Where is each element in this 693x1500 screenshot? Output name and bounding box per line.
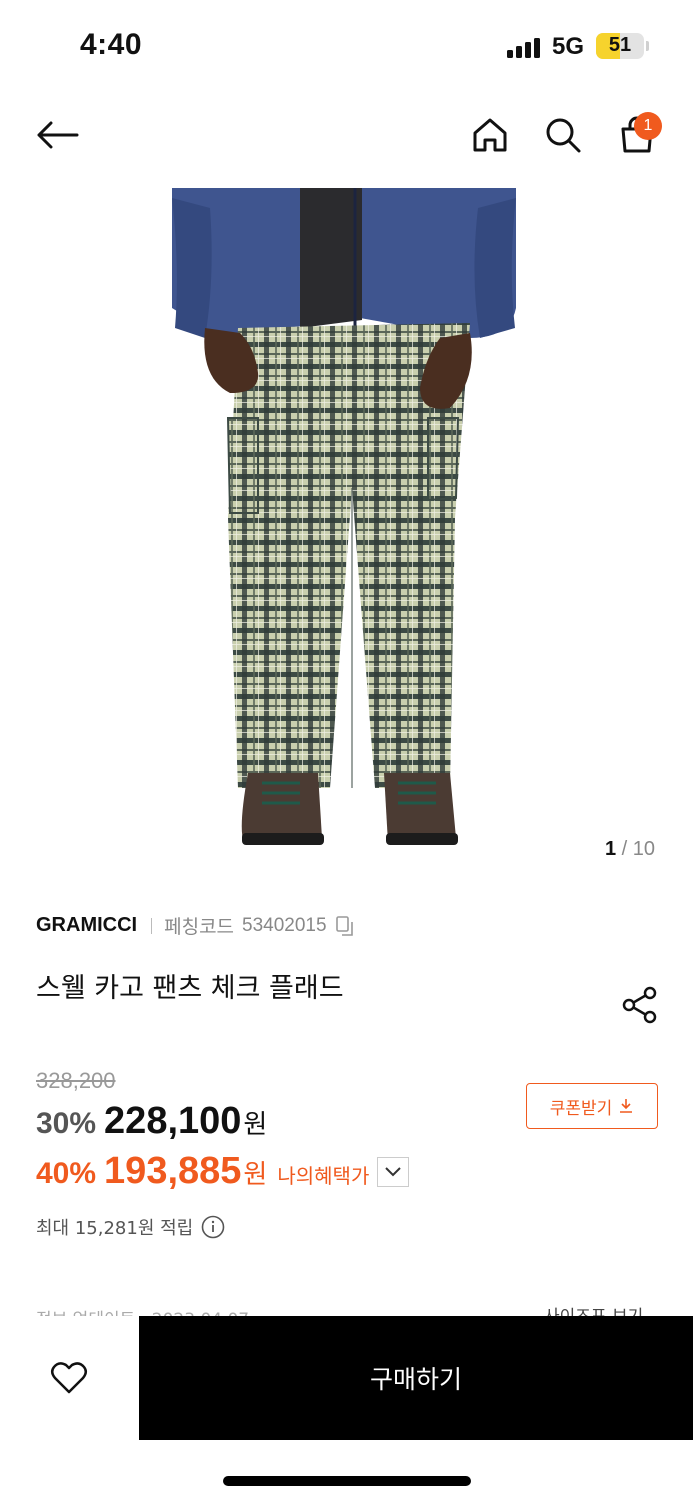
share-icon — [622, 986, 657, 1024]
share-button[interactable] — [620, 985, 660, 1025]
points-info: 최대 15,281원 적립 — [36, 1214, 225, 1240]
product-image-gallery[interactable]: 1 / 10 — [0, 188, 693, 878]
discount-percent: 30% — [36, 1107, 97, 1140]
battery-level: 51 — [608, 34, 632, 56]
home-indicator — [223, 1476, 471, 1486]
brand-name[interactable]: GRAMICCI — [36, 914, 137, 937]
sale-price: 228,100 — [104, 1100, 242, 1142]
signal-icon — [507, 36, 541, 58]
divider — [151, 917, 153, 934]
home-button[interactable] — [465, 110, 515, 160]
my-discount-percent: 40% — [36, 1157, 97, 1190]
search-icon — [546, 118, 581, 153]
buy-button[interactable]: 구매하기 — [139, 1316, 693, 1440]
my-benefit-price-row: 40% 193,885 원 나의혜택가 — [36, 1150, 410, 1193]
download-icon — [620, 1099, 633, 1113]
brand-row: GRAMICCI 페칭코드 53402015 — [36, 912, 355, 939]
bottom-action-bar: 구매하기 — [0, 1316, 693, 1440]
wishlist-button[interactable] — [44, 1356, 94, 1400]
pager-separator: / — [616, 838, 633, 860]
chevron-down-icon — [385, 1166, 402, 1176]
back-arrow-icon — [37, 121, 79, 149]
network-type: 5G — [552, 33, 585, 60]
coupon-label: 쿠폰받기 — [549, 1098, 613, 1119]
copy-button[interactable] — [335, 915, 355, 937]
product-code-label: 페칭코드 — [164, 917, 235, 938]
status-bar: 4:40 5G 51 — [0, 0, 693, 90]
battery-nub — [646, 41, 649, 51]
sale-price-row: 30% 228,100 원 — [36, 1100, 267, 1143]
info-icon — [201, 1215, 225, 1239]
status-time: 4:40 — [80, 28, 143, 61]
product-photo — [172, 188, 516, 845]
cart-count-badge: 1 — [634, 112, 662, 140]
pager-total: 10 — [632, 838, 655, 860]
points-info-button[interactable] — [201, 1215, 225, 1239]
my-benefit-label: 나의혜택가 — [277, 1164, 370, 1188]
cart-button[interactable]: 1 — [612, 110, 662, 160]
points-text: 최대 15,281원 적립 — [36, 1218, 194, 1239]
heart-icon — [51, 1362, 87, 1394]
home-icon — [473, 118, 507, 152]
product-title: 스웰 카고 팬츠 체크 플래드 — [36, 973, 344, 1004]
back-button[interactable] — [32, 110, 82, 160]
pager-current: 1 — [604, 838, 617, 860]
image-pager: 1 / 10 — [605, 838, 655, 861]
get-coupon-button[interactable]: 쿠폰받기 — [526, 1083, 658, 1129]
currency-unit: 원 — [243, 1160, 268, 1190]
my-benefit-price: 193,885 — [104, 1150, 242, 1192]
product-code: 53402015 — [242, 914, 327, 936]
original-price: 328,200 — [36, 1068, 116, 1093]
top-nav: 1 — [0, 100, 693, 170]
battery-icon: 51 — [596, 33, 644, 59]
benefit-expand-button[interactable] — [377, 1156, 410, 1187]
currency-unit: 원 — [243, 1110, 268, 1140]
search-button[interactable] — [538, 110, 588, 160]
copy-icon — [335, 915, 353, 936]
